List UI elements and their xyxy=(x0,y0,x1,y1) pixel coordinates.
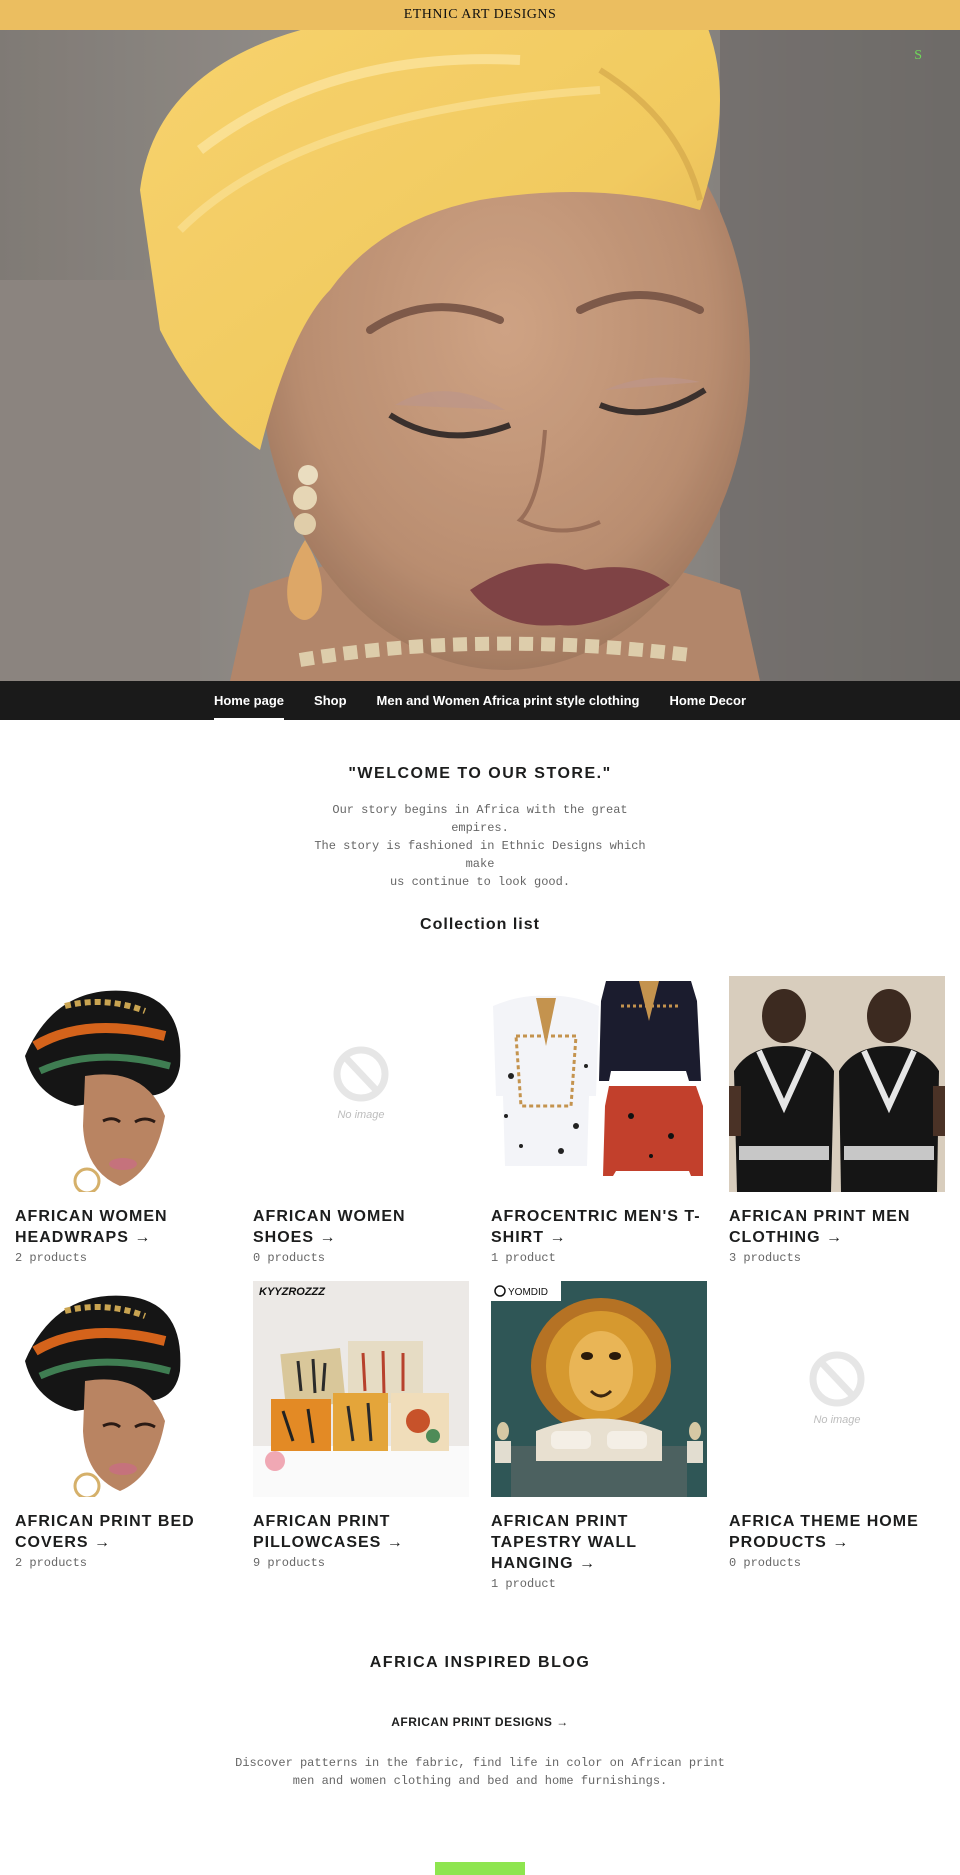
blog-post-excerpt: Discover patterns in the fabric, find li… xyxy=(235,1756,725,1788)
welcome-title: "WELCOME TO OUR STORE." xyxy=(348,765,612,782)
collection-title: AFRICAN WOMEN HEADWRAPS → xyxy=(15,1208,168,1246)
nav-item-shop[interactable]: Shop xyxy=(299,681,362,720)
no-image-label: No image xyxy=(813,1414,860,1426)
collection-title: AFROCENTRIC MEN'S T-SHIRT → xyxy=(491,1208,701,1246)
collection-card-tapestry-wall-hanging[interactable]: YOMDID AFRICAN PRINT TAPESTRY WALL HANGI… xyxy=(491,1281,707,1591)
image-brand-text: KYYZROZZZ xyxy=(259,1286,326,1298)
collection-image: KYYZROZZZ xyxy=(253,1281,469,1497)
hero-image xyxy=(0,30,960,681)
collection-image xyxy=(729,976,945,1192)
nav-item-home-page[interactable]: Home page xyxy=(199,681,299,720)
collection-count: 2 products xyxy=(15,1556,88,1570)
collection-list-title: Collection list xyxy=(420,916,540,933)
collection-image: No image xyxy=(253,976,469,1192)
view-all-button[interactable] xyxy=(435,1862,525,1875)
collection-image xyxy=(15,976,231,1192)
hero-banner: S xyxy=(0,30,960,681)
announcement-text: ETHNIC ART DESIGNS xyxy=(403,7,557,22)
collection-title: AFRICAN PRINT BED COVERS → xyxy=(15,1513,195,1551)
nav-item-home-decor[interactable]: Home Decor xyxy=(654,681,761,720)
image-brand-text: YOMDID xyxy=(508,1287,548,1298)
collection-count: 0 products xyxy=(253,1251,326,1265)
collection-card-afrocentric-tshirt[interactable]: AFROCENTRIC MEN'S T-SHIRT → 1 product xyxy=(491,976,707,1265)
no-image-label: No image xyxy=(337,1109,384,1121)
collection-image xyxy=(15,1281,231,1497)
collection-count: 9 products xyxy=(253,1556,326,1570)
collection-card-bed-covers[interactable]: AFRICAN PRINT BED COVERS → 2 products xyxy=(15,1281,231,1570)
welcome-text: Our story begins in Africa with the grea… xyxy=(314,803,646,889)
blog-post-title-link[interactable]: AFRICAN PRINT DESIGNS → xyxy=(0,1715,960,1729)
collection-count: 0 products xyxy=(729,1556,802,1570)
collection-title: AFRICA THEME HOME PRODUCTS → xyxy=(729,1513,919,1551)
collection-count: 1 product xyxy=(491,1251,556,1265)
collection-card-home-products[interactable]: No image AFRICA THEME HOME PRODUCTS → 0 … xyxy=(729,1281,945,1570)
collection-card-women-headwraps[interactable]: AFRICAN WOMEN HEADWRAPS → 2 products xyxy=(15,976,231,1265)
collection-title: AFRICAN PRINT PILLOWCASES → xyxy=(253,1513,404,1551)
collection-card-women-shoes[interactable]: No image AFRICAN WOMEN SHOES → 0 product… xyxy=(253,976,469,1265)
collection-image: YOMDID xyxy=(491,1281,707,1497)
collection-count: 2 products xyxy=(15,1251,88,1265)
main-nav: Home page Shop Men and Women Africa prin… xyxy=(0,681,960,720)
collection-title: AFRICAN WOMEN SHOES → xyxy=(253,1208,406,1246)
collection-card-pillowcases[interactable]: KYYZROZZZ AFRICAN PRINT PILLOWCASES → 9 … xyxy=(253,1281,469,1570)
collection-card-men-clothing[interactable]: AFRICAN PRINT MEN CLOTHING → 3 products xyxy=(729,976,945,1265)
nav-item-men-women-clothing[interactable]: Men and Women Africa print style clothin… xyxy=(362,681,655,720)
collection-count: 3 products xyxy=(729,1251,802,1265)
cart-icon[interactable]: S xyxy=(914,48,922,64)
collection-title: AFRICAN PRINT TAPESTRY WALL HANGING → xyxy=(491,1513,637,1572)
blog-title: AFRICA INSPIRED BLOG xyxy=(369,1654,591,1671)
collection-count: 1 product xyxy=(491,1577,556,1591)
collection-image: No image xyxy=(729,1281,945,1497)
collection-title: AFRICAN PRINT MEN CLOTHING → xyxy=(729,1208,911,1246)
announcement-bar: ETHNIC ART DESIGNS xyxy=(0,0,960,30)
collection-image xyxy=(491,976,707,1192)
